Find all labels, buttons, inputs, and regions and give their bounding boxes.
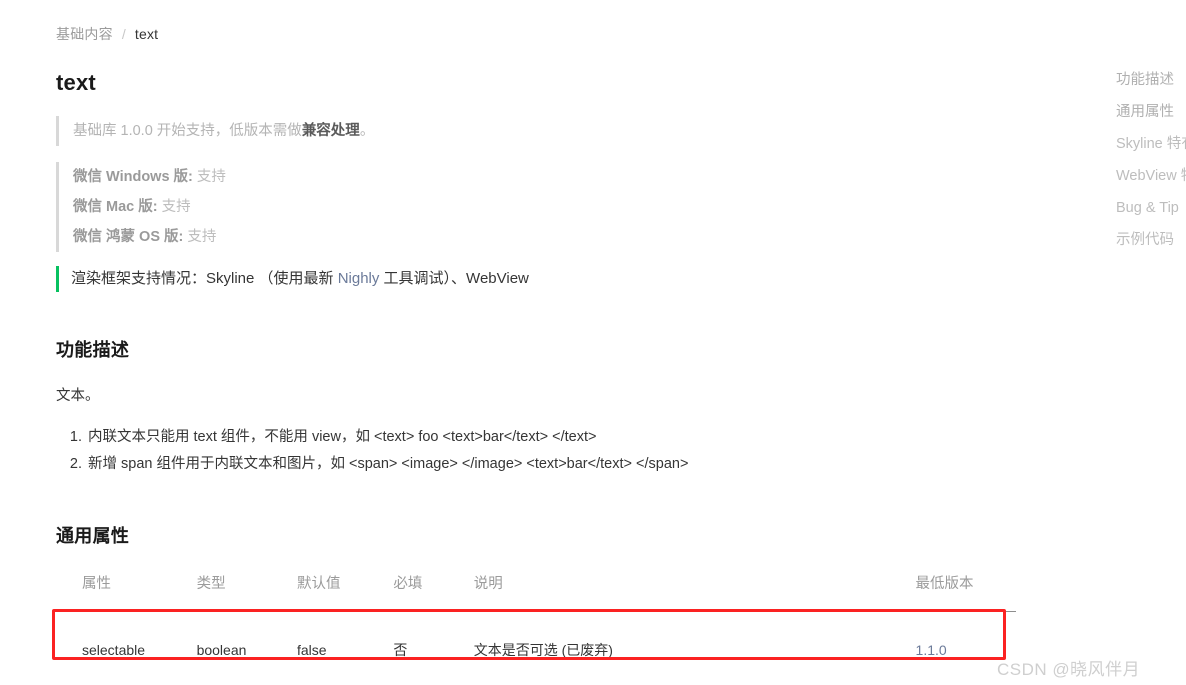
- render-framework-callout: 渲染框架支持情况：Skyline （使用最新 Nighly 工具调试）、WebV…: [56, 266, 1016, 292]
- anchor-item-attributes[interactable]: 通用属性: [1116, 96, 1186, 128]
- anchor-item-bug-tip[interactable]: Bug & Tip: [1116, 192, 1186, 224]
- anchor-item-sample-code[interactable]: 示例代码: [1116, 224, 1186, 256]
- table-row: selectable boolean false 否 文本是否可选 (已废弃) …: [56, 611, 1016, 685]
- column-header-description: 说明: [473, 572, 916, 612]
- table-body: selectable boolean false 否 文本是否可选 (已废弃) …: [56, 611, 1016, 685]
- column-header-type: 类型: [196, 572, 297, 612]
- anchor-item-webview[interactable]: WebView 特: [1116, 160, 1186, 192]
- column-header-default: 默认值: [296, 572, 394, 612]
- version-link[interactable]: 1.1.0: [916, 642, 947, 658]
- main-content: 基础内容 / text .bc-parent{} document.queryS…: [56, 0, 1016, 685]
- table-head: 属性 类型 默认值 必填 说明 最低版本: [56, 572, 1016, 612]
- cell-required: 否: [393, 611, 474, 685]
- table-header-row: 属性 类型 默认值 必填 说明 最低版本: [56, 572, 1016, 612]
- page-root: 基础内容 / text .bc-parent{} document.queryS…: [0, 0, 1186, 685]
- breadcrumb: 基础内容 / text: [56, 0, 1016, 44]
- cell-attr: selectable: [56, 611, 197, 685]
- column-header-attr: 属性: [56, 572, 197, 612]
- section-title-attributes: 通用属性: [56, 526, 130, 546]
- framework-prefix: 渲染框架支持情况：Skyline （使用最新: [71, 270, 338, 287]
- feature-notes-list: 内联文本只能用 text 组件，不能用 view，如 <text> foo <t…: [56, 424, 1016, 478]
- anchor-item-feature[interactable]: 功能描述: [1116, 64, 1186, 96]
- cell-description: 文本是否可选 (已废弃): [473, 611, 916, 685]
- framework-suffix: 工具调试）、WebView: [379, 270, 529, 287]
- column-header-version: 最低版本: [915, 572, 1016, 612]
- page-title: text: [56, 70, 96, 95]
- base-library-callout: 基础库 1.0.0 开始支持，低版本需做兼容处理。: [56, 116, 1016, 146]
- platform-state-mac: 支持: [161, 199, 191, 215]
- platform-row-harmonyos: 微信 鸿蒙 OS 版: 支持: [73, 222, 1016, 252]
- watermark: CSDN @晓风伴月: [997, 660, 1141, 679]
- platform-row-mac: 微信 Mac 版: 支持: [73, 192, 1016, 222]
- feature-body-text: 文本。: [56, 388, 100, 404]
- anchor-nav: 功能描述 通用属性 Skyline 特有 WebView 特 Bug & Tip…: [1116, 64, 1186, 256]
- platform-support-callout: 微信 Windows 版: 支持 微信 Mac 版: 支持 微信 鸿蒙 OS 版…: [56, 162, 1016, 252]
- platform-name-mac: 微信 Mac 版:: [73, 199, 158, 215]
- base-library-suffix: 。: [359, 123, 375, 139]
- platform-name-harmonyos: 微信 鸿蒙 OS 版:: [73, 229, 184, 245]
- list-item: 新增 span 组件用于内联文本和图片，如 <span> <image> </i…: [86, 451, 1016, 478]
- list-item: 内联文本只能用 text 组件，不能用 view，如 <text> foo <t…: [86, 424, 1016, 451]
- platform-row-windows: 微信 Windows 版: 支持: [73, 162, 1016, 192]
- breadcrumb-parent[interactable]: 基础内容: [56, 24, 113, 44]
- nightly-tool-link[interactable]: Nighly: [338, 270, 380, 287]
- breadcrumb-separator: /: [121, 26, 126, 42]
- cell-type: boolean: [196, 611, 297, 685]
- anchor-item-skyline[interactable]: Skyline 特有: [1116, 128, 1186, 160]
- column-header-required: 必填: [393, 572, 474, 612]
- cell-default: false: [296, 611, 394, 685]
- attributes-table: 属性 类型 默认值 必填 说明 最低版本 selectable boolean …: [56, 572, 1016, 685]
- platform-state-windows: 支持: [196, 169, 226, 185]
- compat-link[interactable]: 兼容处理: [302, 123, 360, 139]
- base-library-prefix: 基础库 1.0.0 开始支持，低版本需做: [73, 123, 302, 139]
- section-title-feature: 功能描述: [56, 340, 130, 360]
- platform-name-windows: 微信 Windows 版:: [73, 169, 193, 185]
- platform-state-harmonyos: 支持: [187, 229, 217, 245]
- breadcrumb-current: text: [134, 26, 159, 42]
